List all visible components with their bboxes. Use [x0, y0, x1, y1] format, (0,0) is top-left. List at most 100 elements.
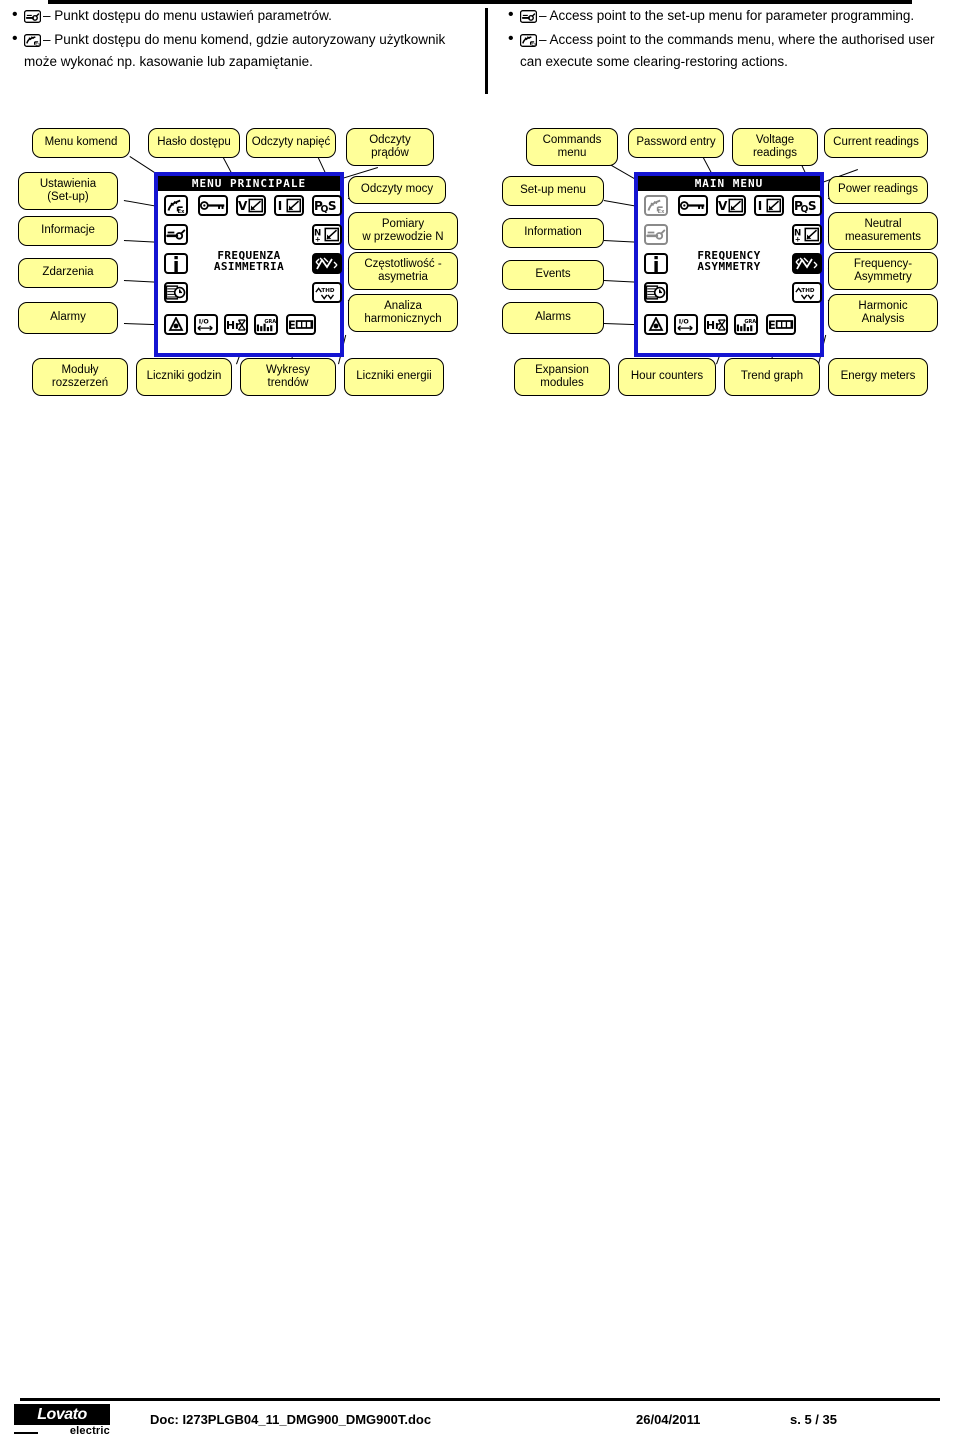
information-icon[interactable] [164, 253, 188, 274]
neutral-measurement-icon[interactable]: N + [792, 224, 822, 245]
callout-hour-counters[interactable]: Hour counters [618, 358, 716, 396]
callout-information[interactable]: Informacje [18, 216, 118, 246]
callout-neutral[interactable]: Pomiary w przewodzie N [348, 212, 458, 250]
svg-text:Ex: Ex [658, 209, 665, 214]
svg-text:THD: THD [801, 288, 814, 294]
harmonic-thd-icon[interactable]: THD [312, 282, 342, 303]
current-readings-icon[interactable]: I [754, 195, 784, 216]
current-readings-icon[interactable]: I [274, 195, 304, 216]
events-clock-icon[interactable] [164, 282, 188, 303]
setup-wrench-icon[interactable] [644, 224, 668, 245]
hour-counter-icon[interactable]: Hr [704, 314, 728, 335]
callout-frequency-label: Frequency- Asymmetry [853, 258, 913, 283]
svg-text:V: V [238, 199, 248, 213]
svg-text:I: I [278, 199, 283, 213]
password-key-icon[interactable] [678, 195, 708, 216]
expansion-io-icon[interactable]: I/O [674, 314, 698, 335]
callout-frequency[interactable]: Częstotliwość - asymetria [348, 252, 458, 290]
callout-alarms[interactable]: Alarms [502, 302, 604, 334]
callout-trend-graph[interactable]: Trend graph [724, 358, 820, 396]
callout-password-entry[interactable]: Hasło dostępu [148, 128, 240, 158]
frequency-asymmetry-icon[interactable] [312, 253, 342, 274]
voltage-readings-icon[interactable]: V [716, 195, 746, 216]
callout-setup-menu[interactable]: Ustawienia (Set-up) [18, 172, 118, 210]
bullet-item: • Ex – Access point to the commands menu… [508, 30, 948, 71]
callout-voltage-readings-label: Voltage readings [752, 134, 798, 159]
top-divider-rule [48, 0, 912, 4]
callout-current-readings-label: Odczyty prądów [369, 134, 411, 159]
callout-trend-graph[interactable]: Wykresy trendów [240, 358, 336, 396]
energy-meter-icon[interactable]: E [766, 314, 796, 335]
trend-graph-icon[interactable]: GRA [254, 314, 278, 335]
callout-energy-meters[interactable]: Liczniki energii [344, 358, 444, 396]
callout-frequency[interactable]: Frequency- Asymmetry [828, 252, 938, 290]
bullet-item: • – Punkt dostępu do menu ustawień param… [12, 6, 462, 28]
svg-text:+: + [315, 235, 321, 243]
footer-page-number: s. 5 / 35 [790, 1412, 837, 1427]
hour-counter-icon[interactable]: Hr [224, 314, 248, 335]
callout-setup-menu[interactable]: Set-up menu [502, 176, 604, 206]
callout-information[interactable]: Information [502, 218, 604, 248]
wrench-setup-icon [23, 9, 42, 28]
callout-harmonic[interactable]: Analiza harmonicznych [348, 294, 458, 332]
callout-harmonic-label: Analiza harmonicznych [364, 300, 442, 325]
commands-hand-icon[interactable]: Ex [644, 195, 668, 216]
logo-underline [14, 1432, 38, 1434]
bullet-text: – Punkt dostępu do menu ustawień paramet… [43, 8, 332, 23]
expansion-io-icon[interactable]: I/O [194, 314, 218, 335]
svg-text:I: I [758, 199, 763, 213]
svg-text:+: + [795, 235, 801, 243]
bullet-dot: • [12, 6, 18, 23]
power-readings-icon[interactable]: PQS [312, 195, 342, 216]
alarms-bell-icon[interactable] [644, 314, 668, 335]
callout-events[interactable]: Events [502, 260, 604, 290]
svg-text:GRA: GRA [744, 319, 756, 325]
callout-commands-menu[interactable]: Menu komend [32, 128, 130, 158]
alarms-bell-icon[interactable] [164, 314, 188, 335]
commands-hand-icon: Ex [519, 33, 538, 52]
trend-graph-icon[interactable]: GRA [734, 314, 758, 335]
energy-meter-icon[interactable]: E [286, 314, 316, 335]
logo-main-text: Lovato [14, 1404, 110, 1425]
callout-hour-counters[interactable]: Liczniki godzin [136, 358, 232, 396]
svg-text:E: E [288, 319, 296, 332]
callout-voltage-readings[interactable]: Voltage readings [732, 128, 818, 166]
events-clock-icon[interactable] [644, 282, 668, 303]
information-icon[interactable] [644, 253, 668, 274]
bullet-dot: • [12, 30, 18, 47]
lovato-electric-logo: Lovato electric [14, 1404, 110, 1437]
callout-power-readings[interactable]: Power readings [828, 176, 928, 204]
harmonic-thd-icon[interactable]: THD [792, 282, 822, 303]
callout-neutral[interactable]: Neutral measurements [828, 212, 938, 250]
callout-password-entry[interactable]: Password entry [628, 128, 724, 158]
intro-bullets-polish: • – Punkt dostępu do menu ustawień param… [12, 6, 462, 73]
bullet-item: • Ex – Punkt dostępu do menu komend, gdz… [12, 30, 462, 71]
menu-map-diagram-english: MAIN MENU FREQUENCY ASYMMETRY Ex I/O Hr … [498, 128, 953, 403]
callout-commands-menu[interactable]: Commands menu [526, 128, 618, 166]
password-key-icon[interactable] [198, 195, 228, 216]
callout-power-readings[interactable]: Odczyty mocy [348, 176, 446, 204]
neutral-measurement-icon[interactable]: N + [312, 224, 342, 245]
callout-current-readings[interactable]: Current readings [824, 128, 928, 158]
bullet-dot: • [508, 6, 514, 23]
commands-hand-icon[interactable]: Ex [164, 195, 188, 216]
callout-energy-meters[interactable]: Energy meters [828, 358, 928, 396]
callout-voltage-readings[interactable]: Odczyty napięć [246, 128, 336, 158]
callout-harmonic[interactable]: Harmonic Analysis [828, 294, 938, 332]
callout-frequency-label: Częstotliwość - asymetria [364, 258, 442, 283]
callout-expansion[interactable]: Moduły rozszerzeń [32, 358, 128, 396]
svg-text:Ex: Ex [531, 41, 537, 47]
svg-text:I/O: I/O [199, 319, 210, 326]
callout-trend-graph-label: Wykresy trendów [266, 364, 310, 389]
callout-current-readings[interactable]: Odczyty prądów [346, 128, 434, 166]
power-readings-icon[interactable]: PQS [792, 195, 822, 216]
callout-expansion[interactable]: Expansion modules [514, 358, 610, 396]
callout-events[interactable]: Zdarzenia [18, 258, 118, 288]
voltage-readings-icon[interactable]: V [236, 195, 266, 216]
svg-text:V: V [718, 199, 728, 213]
callout-alarms[interactable]: Alarmy [18, 302, 118, 334]
setup-wrench-icon[interactable] [164, 224, 188, 245]
bullet-text: – Punkt dostępu do menu komend, gdzie au… [24, 32, 446, 69]
svg-text:S: S [328, 199, 337, 213]
frequency-asymmetry-icon[interactable] [792, 253, 822, 274]
